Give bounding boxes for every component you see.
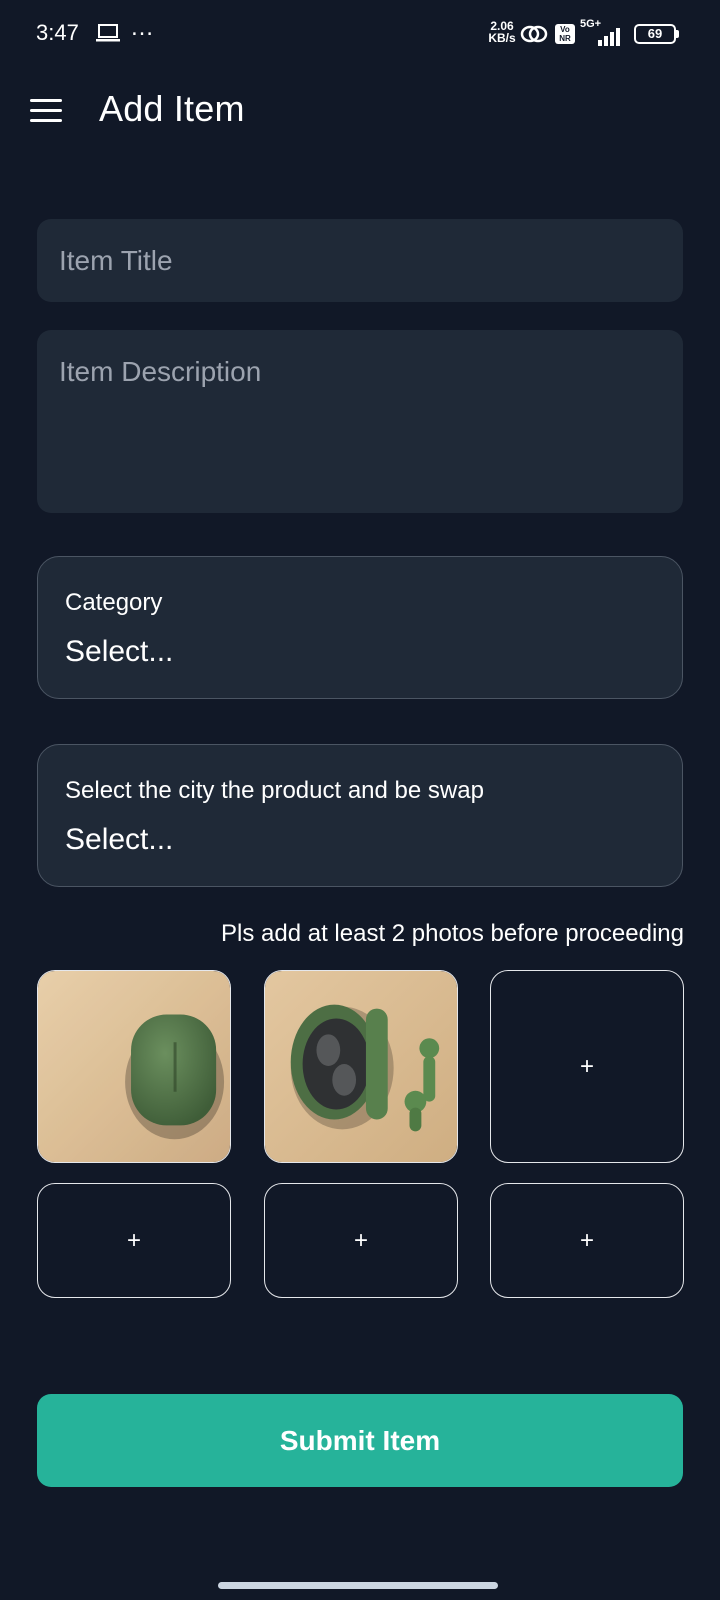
category-value: Select... [65,635,174,668]
status-time: 3:47 [36,20,79,45]
hamburger-menu-icon[interactable] [28,96,64,126]
item-title-field[interactable] [37,219,683,302]
add-photo-slot-4[interactable]: + [37,1183,231,1298]
add-photo-slot-5[interactable]: + [264,1183,458,1298]
network-speed-unit: KB/s [488,31,516,45]
hotspot-icon [520,25,548,43]
battery-tip [676,30,679,38]
photo-hint: Pls add at least 2 photos before proceed… [221,920,684,947]
signal-icon [598,28,620,46]
add-photo-plus-icon: + [579,1226,594,1254]
photo-thumbnail-open-case [265,971,457,1162]
category-select[interactable]: Category Select... [37,556,683,699]
battery-level: 69 [647,26,663,41]
more-notifications-icon: … [130,14,155,41]
vonr-badge: Vo NR [555,24,575,44]
add-photo-slot-3[interactable]: + [490,970,684,1163]
network-speed: 2.06 KB/s [486,20,518,44]
add-item-screen: 3:47 … 2.06 KB/s Vo NR 5G+ 69 Add Item I… [0,0,720,1600]
battery-icon: 69 [634,24,676,44]
category-label: Category [65,589,163,616]
add-photo-plus-icon: + [126,1226,141,1254]
photo-slot-2[interactable] [264,970,458,1163]
vonr-badge-top: Vo [560,25,570,34]
submit-item-button[interactable]: Submit Item [37,1394,683,1487]
item-description-field[interactable] [37,330,683,513]
city-label: Select the city the product and be swap [65,777,484,804]
city-select[interactable]: Select the city the product and be swap … [37,744,683,887]
item-title-input[interactable] [37,219,683,302]
page-title: Add Item [99,88,245,129]
vonr-badge-bottom: NR [559,34,571,43]
item-description-input[interactable] [37,330,683,513]
status-bar: 3:47 … 2.06 KB/s Vo NR 5G+ 69 [0,0,720,68]
photo-thumbnail-closed-case [38,971,230,1162]
add-photo-plus-icon: + [353,1226,368,1254]
photo-slot-1[interactable] [37,970,231,1163]
laptop-icon [96,24,120,42]
home-indicator[interactable] [218,1582,498,1589]
add-photo-plus-icon: + [579,1052,594,1080]
city-value: Select... [65,823,174,856]
add-photo-slot-6[interactable]: + [490,1183,684,1298]
